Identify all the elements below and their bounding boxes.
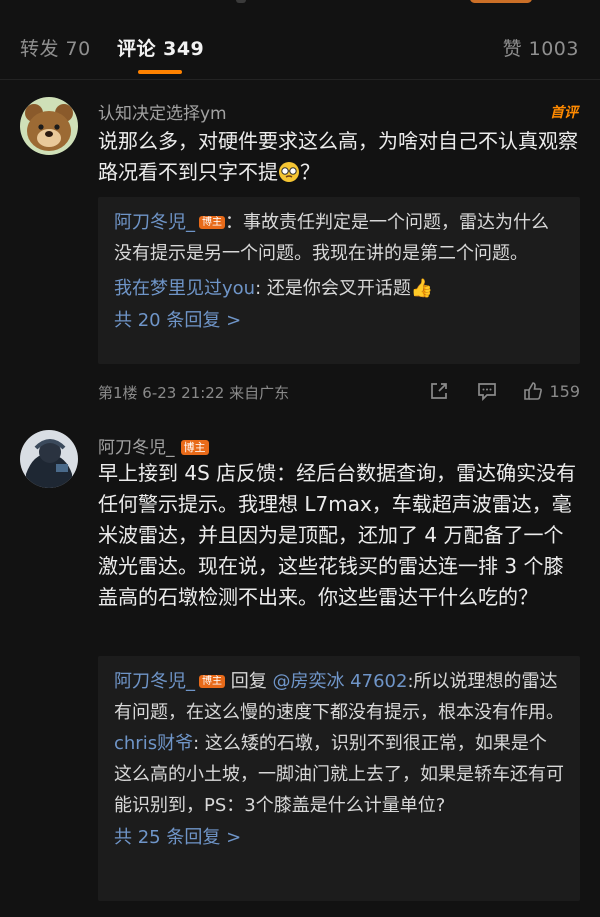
active-tab-indicator [138,70,182,74]
reply-author[interactable]: 阿刀冬児_ [114,212,195,233]
reply-item: chris财爷: 这么矮的石墩，识别不到很正常，如果是个这么高的小土坡，一脚油门… [114,733,564,816]
share-icon[interactable] [428,380,450,406]
avatar[interactable] [20,430,78,488]
avatar[interactable] [20,97,78,155]
comment-item: 认知决定选择ym 首评 说那么多，对硬件要求这么高，为啥对自己不认真观察路况看不… [0,80,600,420]
comment-item: 阿刀冬児_ 博主 早上接到 4S 店反馈：经后台数据查询，雷达确实没有任何警示提示… [0,420,600,917]
top-strip [0,0,600,16]
reply-item: 我在梦里见过you: 还是你会叉开话题👍 [114,278,434,299]
emoji-icon [278,161,300,183]
tab-repost[interactable]: 转发 70 [20,34,91,61]
reply-item: 阿刀冬児_ 博主 回复 @房奕冰 47602:所以说理想的雷达有问题，在这么慢的速… [114,671,564,723]
comment-username[interactable]: 阿刀冬児_ 博主 [98,433,209,458]
author-badge: 博主 [199,216,225,229]
tab-likes[interactable]: 赞 1003 [503,34,579,61]
thumbs-up-icon[interactable] [522,380,544,406]
tab-bar: 转发 70 评论 349 赞 1003 [0,16,600,80]
comment-meta: 第1楼 6-23 21:22 来自广东 159 [98,380,580,404]
comment-text: 早上接到 4S 店反馈：经后台数据查询，雷达确实没有任何警示提示。我理想 L7m… [98,461,577,609]
author-badge: 博主 [199,675,225,688]
reply-box[interactable]: 阿刀冬児_ 博主 回复 @房奕冰 47602:所以说理想的雷达有问题，在这么慢的速… [98,656,580,901]
tab-comments[interactable]: 评论 349 [117,34,204,61]
status-dot [236,0,246,3]
floor-time-location: 第1楼 6-23 21:22 来自广东 [98,384,290,402]
reply-author[interactable]: chris财爷 [114,733,193,754]
reply-item: 阿刀冬児_ 博主 ：事故责任判定是一个问题，雷达为什么没有提示是另一个问题。我现在讲… [114,212,549,264]
top-action-pill[interactable] [470,0,532,3]
first-comment-badge: 首评 [550,105,578,121]
author-badge: 博主 [180,440,209,455]
reply-author[interactable]: 阿刀冬児_ [114,671,195,692]
view-more-replies-link[interactable]: 共 25 条回复 > [114,822,564,853]
view-more-replies-link[interactable]: 共 20 条回复 > [114,305,564,336]
reply-box[interactable]: 阿刀冬児_ 博主 ：事故责任判定是一个问题，雷达为什么没有提示是另一个问题。我现在讲… [98,197,580,364]
comment-icon[interactable] [476,380,498,406]
mention-link[interactable]: @房奕冰 47602 [272,671,407,692]
reply-author[interactable]: 我在梦里见过you [114,278,255,299]
comment-text: 说那么多，对硬件要求这么高，为啥对自己不认真观察路况看不到只字不提？ [98,129,578,184]
like-count: 159 [549,382,580,401]
comment-username[interactable]: 认知决定选择ym [98,99,227,124]
